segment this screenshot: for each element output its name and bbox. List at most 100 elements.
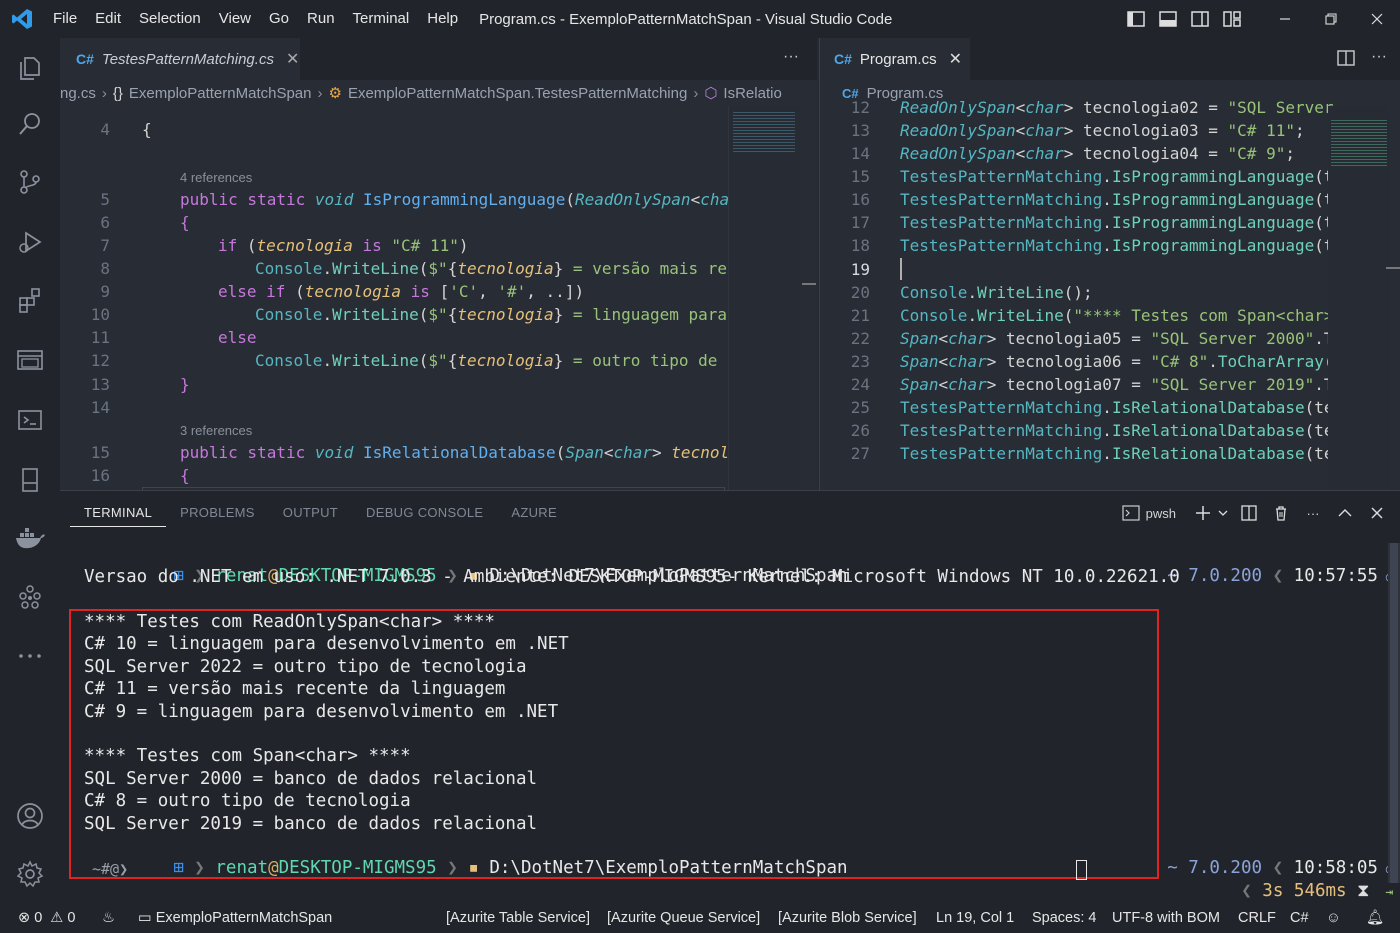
- chevron-down-icon[interactable]: [1216, 500, 1230, 526]
- end-of-line[interactable]: CRLF: [1238, 904, 1276, 933]
- warning-icon: ⚠: [50, 910, 64, 926]
- more-actions-icon[interactable]: ···: [1300, 500, 1326, 526]
- code-editor-right[interactable]: 12 ReadOnlySpan<char> tecnologia02 = "SQL…: [820, 96, 1334, 490]
- cursor-position[interactable]: Ln 19, Col 1: [936, 904, 1014, 933]
- minimap-content: [1331, 120, 1387, 166]
- customize-layout-icon[interactable]: [1216, 0, 1248, 38]
- azurite-blob-service[interactable]: [Azurite Blob Service]: [778, 904, 917, 933]
- code-editor-left[interactable]: 4 { 4 references 5 public static void IsPr…: [60, 106, 739, 490]
- menu-edit[interactable]: Edit: [86, 0, 130, 38]
- more-actions-icon[interactable]: ···: [1371, 48, 1387, 66]
- search-icon[interactable]: [0, 100, 60, 148]
- line-number: 12: [90, 351, 110, 370]
- line-number: 14: [850, 144, 870, 163]
- toggle-secondary-sidebar-icon[interactable]: [1184, 0, 1216, 38]
- minimap[interactable]: [1328, 106, 1390, 490]
- toggle-primary-sidebar-icon[interactable]: [1120, 0, 1152, 38]
- extensions-icon[interactable]: [0, 276, 60, 324]
- notifications-bell-icon[interactable]: 🔔︎: [1366, 904, 1384, 933]
- bottom-panel: TERMINAL PROBLEMS OUTPUT DEBUG CONSOLE A…: [60, 490, 1400, 904]
- testing-icon[interactable]: [0, 456, 60, 504]
- windows-icon: ⊞: [173, 858, 184, 878]
- codelens-references[interactable]: 4 references: [180, 170, 252, 185]
- menu-file[interactable]: File: [44, 0, 86, 38]
- tab-debug-console[interactable]: DEBUG CONSOLE: [352, 491, 497, 535]
- encoding[interactable]: UTF-8 with BOM: [1112, 904, 1220, 933]
- menu-selection[interactable]: Selection: [130, 0, 210, 38]
- code-line: ReadOnlySpan<char> tecnologia04 = "C# 9"…: [900, 144, 1295, 163]
- tab-output[interactable]: OUTPUT: [269, 491, 352, 535]
- menu-terminal[interactable]: Terminal: [344, 0, 419, 38]
- manage-gear-icon[interactable]: [0, 850, 60, 898]
- terminal-shell-selector[interactable]: pwsh: [1122, 505, 1176, 521]
- minimize-icon[interactable]: [1262, 0, 1308, 38]
- title-bar: File Edit Selection View Go Run Terminal…: [0, 0, 1400, 38]
- source-control-icon[interactable]: [0, 158, 60, 206]
- indentation[interactable]: Spaces: 4: [1032, 904, 1097, 933]
- azurite-queue-service[interactable]: [Azurite Queue Service]: [607, 904, 760, 933]
- menu-go[interactable]: Go: [260, 0, 298, 38]
- remote-explorer-icon[interactable]: [0, 336, 60, 384]
- menu-view[interactable]: View: [210, 0, 260, 38]
- split-editor-icon[interactable]: [1337, 49, 1355, 72]
- code-line: Span<char> tecnologia06 = "C# 8".ToCharA…: [900, 352, 1334, 371]
- menu-help[interactable]: Help: [418, 0, 467, 38]
- right-editor-group: C# Program.cs ✕ ··· C# Program.cs 12 Read…: [819, 38, 1400, 490]
- menu-run[interactable]: Run: [298, 0, 344, 38]
- line-number: 11: [90, 328, 110, 347]
- close-panel-icon[interactable]: [1364, 500, 1390, 526]
- tab-program-cs[interactable]: C# Program.cs ✕: [820, 38, 970, 80]
- line-number: 22: [850, 329, 870, 348]
- toggle-panel-icon[interactable]: [1152, 0, 1184, 38]
- code-line: ReadOnlySpan<char> tecnologia03 = "C# 11…: [900, 121, 1305, 140]
- explorer-icon[interactable]: [0, 44, 60, 92]
- more-actions-icon[interactable]: ···: [783, 48, 799, 66]
- terminal-icon: [1122, 505, 1140, 521]
- code-line: Console.WriteLine("**** Testes com Span<…: [900, 306, 1334, 325]
- kubernetes-icon[interactable]: [0, 574, 60, 622]
- trash-icon[interactable]: [1268, 500, 1294, 526]
- restore-icon[interactable]: [1308, 0, 1354, 38]
- breadcrumb-namespace[interactable]: ExemploPatternMatchSpan: [129, 85, 312, 102]
- line-number: 15: [90, 443, 110, 462]
- tab-azure[interactable]: AZURE: [497, 491, 571, 535]
- minimap[interactable]: [728, 106, 800, 490]
- docker-icon[interactable]: [0, 514, 60, 562]
- code-line: TestesPatternMatching.IsProgrammingLangu…: [900, 190, 1334, 209]
- tab-problems[interactable]: PROBLEMS: [166, 491, 269, 535]
- azurite-table-service[interactable]: [Azurite Table Service]: [446, 904, 590, 933]
- maximize-panel-chevron-up-icon[interactable]: [1332, 500, 1358, 526]
- terminal-output-line: Versao do .NET em uso: .NET 7.0.3 - Ambi…: [84, 567, 1180, 587]
- codelens-references[interactable]: 3 references: [180, 423, 252, 438]
- tab-terminal[interactable]: TERMINAL: [70, 499, 167, 527]
- new-terminal-plus-icon[interactable]: [1190, 500, 1216, 526]
- tab-testes-pattern-matching[interactable]: C# TestesPatternMatching.cs ✕: [60, 38, 300, 80]
- error-count: 0: [34, 910, 43, 926]
- line-number: 13: [850, 121, 870, 140]
- code-line: Span<char> tecnologia07 = "SQL Server 20…: [900, 375, 1334, 394]
- more-views-icon[interactable]: [0, 632, 60, 680]
- run-and-debug-icon[interactable]: [0, 218, 60, 266]
- window-title: Program.cs - ExemploPatternMatchSpan - V…: [479, 10, 893, 28]
- flame-icon[interactable]: ♨: [102, 904, 115, 933]
- feedback-icon[interactable]: ☺: [1326, 904, 1341, 933]
- close-window-icon[interactable]: [1354, 0, 1400, 38]
- problems-indicator[interactable]: ⊗ 0 ⚠ 0: [18, 904, 75, 933]
- exit-status-icon: ⇥: [1385, 885, 1394, 900]
- code-line: Console.WriteLine();: [900, 283, 1093, 302]
- terminal-panel-icon[interactable]: [0, 396, 60, 444]
- split-terminal-icon[interactable]: [1236, 500, 1262, 526]
- minimap-content: [733, 112, 795, 152]
- terminal-scrollbar[interactable]: [1388, 543, 1400, 883]
- breadcrumb-class[interactable]: ExemploPatternMatchSpan.TestesPatternMat…: [348, 85, 687, 102]
- accounts-icon[interactable]: [0, 792, 60, 840]
- project-name: ExemploPatternMatchSpan: [155, 910, 333, 926]
- language-mode[interactable]: C#: [1290, 904, 1309, 933]
- close-tab-icon[interactable]: ✕: [286, 49, 299, 69]
- project-indicator[interactable]: ▭ ExemploPatternMatchSpan: [138, 904, 332, 933]
- breadcrumb-member[interactable]: IsRelatio: [723, 85, 781, 102]
- close-tab-icon[interactable]: ✕: [949, 49, 962, 69]
- line-number: 12: [850, 98, 870, 117]
- terminal-content[interactable]: ⊞ ❯ renat@DESKTOP-MIGMS95 ❯ ▪ D:\DotNet7…: [60, 535, 1400, 905]
- breadcrumb-file[interactable]: ng.cs: [60, 85, 96, 102]
